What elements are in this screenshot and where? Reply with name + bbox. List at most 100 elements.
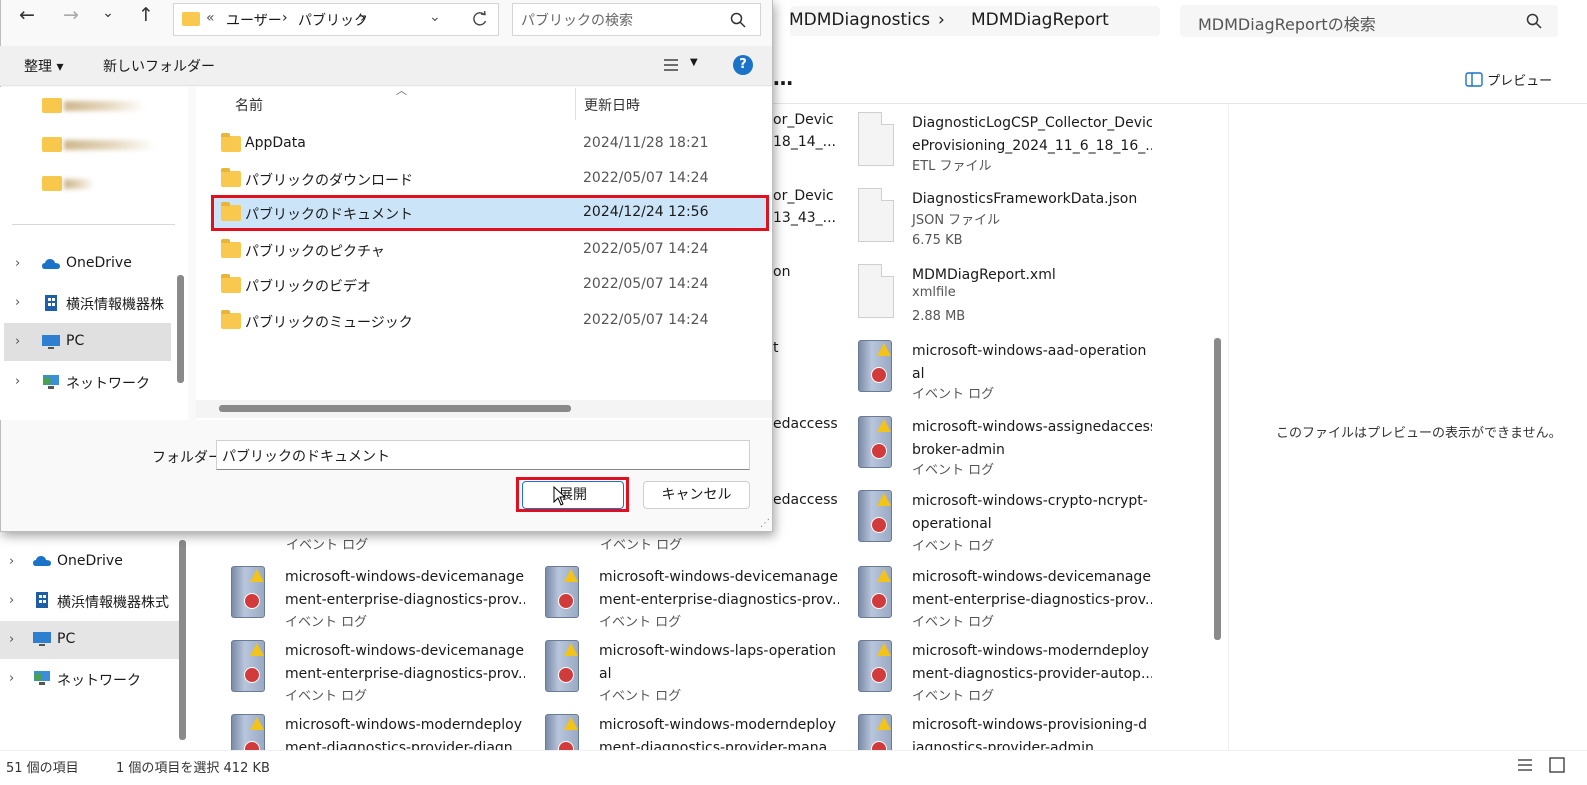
- file-item[interactable]: microsoft-windows-devicemanage ment-enter…: [231, 640, 531, 710]
- blurred-label: [64, 140, 154, 150]
- forward-arrow-icon[interactable]: →: [56, 4, 86, 26]
- dialog-nav-item-onedrive[interactable]: › OneDrive: [4, 245, 171, 283]
- file-type: イベント ログ: [912, 463, 995, 478]
- file-item[interactable]: microsoft-windows-crypto-ncrypt-operatio…: [858, 490, 1158, 560]
- preview-pane-button[interactable]: プレビュー: [1465, 70, 1552, 89]
- address-item-users[interactable]: ユーザー: [226, 10, 282, 30]
- view-options-icon[interactable]: [663, 58, 679, 72]
- address-item-public[interactable]: パブリック: [298, 10, 368, 30]
- dialog-search-box[interactable]: パブリックの検索: [512, 3, 761, 36]
- partial-filename: or_Devic: [773, 112, 834, 128]
- dialog-nav-item-network[interactable]: › ネットワーク: [4, 363, 171, 401]
- file-item[interactable]: microsoft-windows-assignedaccess broker-a…: [858, 416, 1158, 486]
- folder-row[interactable]: パブリックのミュージック 2022/05/07 14:24: [211, 304, 769, 338]
- address-bar[interactable]: « ユーザー › パブリック › ⌄: [173, 3, 499, 36]
- file-type: イベント ログ: [600, 538, 683, 553]
- file-item[interactable]: DiagnosticsFrameworkData.json JSON ファイル 6.…: [858, 188, 1158, 258]
- folder-name: AppData: [245, 135, 306, 151]
- cancel-button[interactable]: キャンセル: [643, 481, 750, 509]
- file-item[interactable]: microsoft-windows-aad-operation al イベント ログ: [858, 340, 1158, 410]
- folder-icon: [42, 137, 62, 152]
- recent-locations-chevron-icon[interactable]: ⌄: [93, 5, 123, 21]
- file-item[interactable]: microsoft-windows-devicemanage ment-enter…: [231, 566, 531, 636]
- new-folder-button[interactable]: 新しいフォルダー: [103, 56, 215, 76]
- file-item[interactable]: microsoft-windows-moderndeploy ment-diagn…: [231, 714, 531, 750]
- open-button[interactable]: 展開: [522, 481, 624, 509]
- doc-icon: [858, 264, 894, 318]
- folder-icon: [42, 176, 62, 191]
- file-type: イベント ログ: [912, 539, 995, 554]
- organize-button[interactable]: 整理 ▾: [24, 56, 63, 76]
- file-name: microsoft-windows-moderndeploy ment-diagn…: [912, 643, 1152, 682]
- folder-name: パブリックのビデオ: [245, 279, 371, 295]
- file-list-scrollbar[interactable]: [1214, 338, 1221, 640]
- details-view-icon[interactable]: [1517, 758, 1533, 772]
- file-item[interactable]: DiagnosticLogCSP_Collector_Devic eProvisi…: [858, 112, 1158, 182]
- cloud-icon: [42, 259, 60, 269]
- file-name: microsoft-windows-laps-operation al: [599, 643, 836, 682]
- folder-icon: [221, 133, 241, 152]
- resize-grip-icon[interactable]: ⋰: [760, 518, 770, 529]
- nav-item-network[interactable]: › ネットワーク: [0, 660, 185, 698]
- back-arrow-icon[interactable]: ←: [12, 4, 42, 26]
- nav-item-label: ネットワーク: [66, 376, 150, 392]
- file-item[interactable]: microsoft-windows-devicemanage ment-enter…: [545, 566, 845, 636]
- column-header-name[interactable]: 名前: [235, 95, 263, 115]
- file-item[interactable]: microsoft-windows-moderndeploy ment-diagn…: [858, 640, 1158, 710]
- file-item[interactable]: microsoft-windows-devicemanage ment-enter…: [858, 566, 1158, 636]
- column-header-date[interactable]: 更新日時: [584, 95, 640, 115]
- event-log-icon: [858, 490, 892, 542]
- event-log-icon: [545, 640, 579, 692]
- help-icon[interactable]: ?: [733, 55, 753, 75]
- file-item[interactable]: microsoft-windows-moderndeploy ment-diagn…: [545, 714, 845, 750]
- explorer-search-box[interactable]: MDMDiagReportの検索: [1180, 5, 1558, 37]
- folder-row[interactable]: AppData 2024/11/28 18:21: [211, 127, 769, 161]
- folder-row[interactable]: パブリックのダウンロード 2022/05/07 14:24: [211, 162, 769, 196]
- nav-item-label: PC: [66, 333, 85, 349]
- nav-item-pc[interactable]: › PC: [0, 621, 185, 659]
- folder-date: 2022/05/07 14:24: [583, 276, 709, 292]
- breadcrumb-item-mdmdiagnostics[interactable]: MDMDiagnostics: [789, 10, 930, 30]
- search-icon: [1526, 13, 1542, 29]
- up-arrow-icon[interactable]: ↑: [131, 4, 161, 26]
- folder-input[interactable]: パブリックのドキュメント: [216, 440, 750, 470]
- event-log-icon: [545, 566, 579, 618]
- folder-row[interactable]: パブリックのビデオ 2022/05/07 14:24: [211, 268, 769, 302]
- dialog-nav-scrollbar[interactable]: [177, 275, 184, 383]
- nav-item-label: OneDrive: [57, 553, 123, 569]
- event-log-icon: [858, 416, 892, 468]
- address-dropdown-icon[interactable]: ⌄: [429, 9, 441, 25]
- dialog-nav-item-pc[interactable]: › PC: [4, 323, 171, 361]
- nav-item-label: PC: [57, 631, 76, 647]
- chevron-right-icon: ›: [9, 554, 15, 569]
- file-item[interactable]: microsoft-windows-laps-operation al イベント ロ…: [545, 640, 845, 710]
- sort-ascending-icon: ︿: [396, 84, 407, 97]
- nav-pane-scrollbar[interactable]: [179, 540, 186, 740]
- dialog-nav-item-company[interactable]: › 横浜情報機器株: [4, 284, 171, 322]
- more-options-button[interactable]: …: [773, 66, 794, 90]
- nav-item-label: OneDrive: [66, 255, 132, 271]
- file-item[interactable]: microsoft-windows-provisioning-d iagnosti…: [858, 714, 1158, 750]
- column-separator[interactable]: [575, 88, 576, 120]
- file-type: イベント ログ: [912, 689, 995, 704]
- nav-item-onedrive[interactable]: › OneDrive: [0, 543, 185, 581]
- folder-row[interactable]: パブリックのピクチャ 2022/05/07 14:24: [211, 233, 769, 267]
- folder-row-selected[interactable]: パブリックのドキュメント 2024/12/24 12:56: [211, 195, 769, 231]
- folder-input-value: パブリックのドキュメント: [222, 449, 390, 465]
- refresh-icon[interactable]: [471, 11, 488, 28]
- folder-date: 2022/05/07 14:24: [583, 241, 709, 257]
- view-dropdown-icon[interactable]: ▼: [690, 57, 698, 68]
- folder-icon: [221, 239, 241, 258]
- folder-icon: [221, 310, 241, 329]
- horizontal-scrollbar[interactable]: [219, 405, 571, 412]
- breadcrumb-item-mdmdiagreport[interactable]: MDMDiagReport: [971, 10, 1109, 30]
- tiles-view-icon[interactable]: [1549, 757, 1565, 773]
- file-item[interactable]: MDMDiagReport.xml xmlfile 2.88 MB: [858, 264, 1158, 334]
- nav-item-company[interactable]: › 横浜情報機器株式: [0, 582, 185, 620]
- chevron-right-icon: ›: [15, 374, 21, 389]
- event-log-icon: [858, 714, 892, 750]
- chevron-right-icon: ›: [9, 671, 15, 686]
- chevron-right-icon: ›: [9, 632, 15, 647]
- nav-item-label: 横浜情報機器株式: [57, 595, 169, 611]
- file-type: イベント ログ: [285, 689, 368, 704]
